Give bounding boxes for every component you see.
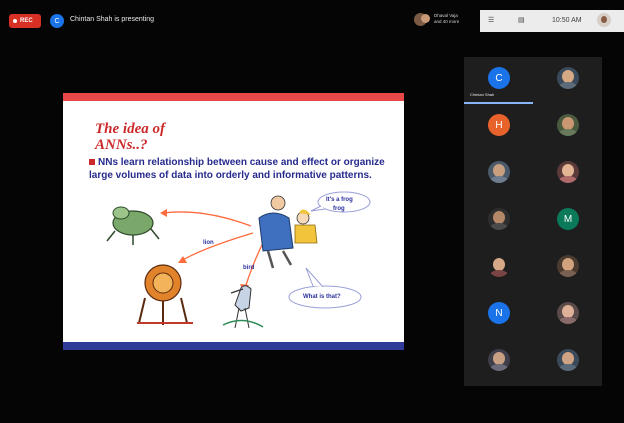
avatar: C: [488, 67, 510, 89]
bullet-text: NNs learn relationship between cause and…: [89, 157, 385, 181]
avatar: [557, 349, 579, 371]
presented-slide: The idea of ANNs..? NNs learn relationsh…: [63, 93, 404, 350]
participant-tile[interactable]: [464, 198, 533, 245]
rec-label: REC: [20, 18, 33, 24]
participant-tile[interactable]: [533, 57, 602, 104]
avatar: N: [488, 302, 510, 324]
viewer-avatars: [414, 13, 430, 26]
viewers-summary[interactable]: Dhaval Vaja and 40 more: [434, 13, 474, 25]
participant-tile[interactable]: C Chintan Shah: [464, 57, 544, 104]
arrow-to-frog: [162, 211, 252, 227]
avatar: [557, 255, 579, 277]
viewer-count: and 40 more: [434, 19, 460, 24]
avatar: H: [488, 114, 510, 136]
participant-tile[interactable]: H: [464, 104, 533, 151]
presenting-status: Chintan Shah is presenting: [70, 16, 155, 23]
bullet-square-icon: [89, 159, 95, 165]
avatar: [488, 208, 510, 230]
bird-label: bird: [243, 265, 255, 271]
slide-title-line1: The idea of: [95, 121, 165, 137]
clock: 10:50 AM: [552, 17, 582, 24]
avatar: [557, 67, 579, 89]
slide-title-line2: ANNs..?: [95, 137, 148, 153]
slide-bottom-band: [63, 342, 404, 350]
arrow-head-icon: [178, 256, 187, 263]
participant-tile[interactable]: [533, 245, 602, 292]
frog-bubble-text: It's a frog: [326, 197, 353, 203]
arrow-to-lion: [180, 232, 254, 262]
toolbar-panel: ☰ ▤ 10:50 AM: [480, 10, 624, 32]
frog-clipart: [106, 206, 160, 245]
chat-icon[interactable]: ▤: [518, 16, 525, 24]
top-bar: REC C Chintan Shah is presenting Dhaval …: [0, 10, 624, 32]
speaker-name: Chintan Shah: [470, 92, 495, 97]
arrow-head-icon: [160, 209, 167, 217]
meet-screen: REC C Chintan Shah is presenting Dhaval …: [0, 0, 624, 423]
participant-tile[interactable]: [533, 292, 602, 339]
avatar: [488, 161, 510, 183]
avatar: [488, 349, 510, 371]
frog-bubble-text-2: frog: [333, 206, 345, 212]
slide-title: The idea of ANNs..?: [95, 121, 215, 153]
participant-tile[interactable]: [464, 339, 533, 386]
participant-tile[interactable]: [464, 245, 533, 292]
participant-tile[interactable]: N: [464, 292, 533, 339]
avatar: [557, 161, 579, 183]
participant-tile[interactable]: [533, 151, 602, 198]
participant-tile[interactable]: [533, 104, 602, 151]
man-and-child-clipart: [258, 195, 318, 269]
recording-badge[interactable]: REC: [9, 14, 41, 28]
bird-clipart: [222, 285, 264, 329]
people-icon[interactable]: ☰: [488, 16, 494, 24]
lion-clipart: [137, 264, 193, 325]
avatar: [557, 114, 579, 136]
participant-tile[interactable]: [464, 151, 533, 198]
presenter-avatar: C: [50, 14, 64, 28]
participant-tile[interactable]: M: [533, 198, 602, 245]
question-bubble-text: What is that?: [303, 294, 341, 300]
participant-grid: C Chintan Shah H M N: [464, 57, 602, 387]
slide-bullet: NNs learn relationship between cause and…: [89, 156, 389, 182]
record-dot-icon: [13, 19, 17, 23]
avatar: M: [557, 208, 579, 230]
top-right-controls: Dhaval Vaja and 40 more ☰ ▤ 10:50 AM: [404, 10, 624, 32]
self-avatar[interactable]: [597, 13, 611, 27]
avatar: [557, 302, 579, 324]
lion-label: lion: [203, 240, 214, 246]
avatar: [488, 255, 510, 277]
participant-tile[interactable]: [533, 339, 602, 386]
